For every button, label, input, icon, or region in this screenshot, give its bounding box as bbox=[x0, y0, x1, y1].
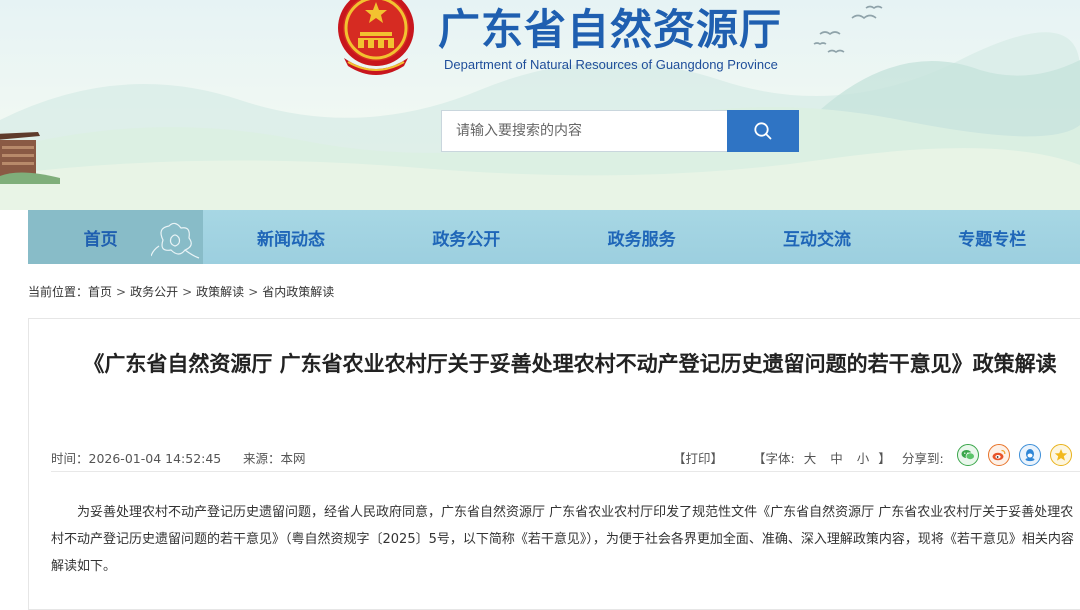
font-size-label-close: 】 bbox=[878, 451, 891, 466]
search-button[interactable] bbox=[727, 110, 799, 152]
publish-time: 时间：2026-01-04 14:52:45 bbox=[51, 451, 222, 466]
article-card: 《广东省自然资源厅 广东省农业农村厅关于妥善处理农村不动产登记历史遗留问题的若干… bbox=[28, 318, 1080, 610]
breadcrumb-policy-interpretation-link[interactable]: 政策解读 bbox=[196, 285, 244, 299]
breadcrumb-provincial-policy-link[interactable]: 省内政策解读 bbox=[262, 285, 334, 299]
birds-illustration bbox=[813, 5, 883, 53]
breadcrumb-separator: > bbox=[248, 285, 259, 299]
nav-item-government-services[interactable]: 政务服务 bbox=[554, 210, 729, 264]
nav-item-label: 新闻动态 bbox=[256, 229, 325, 250]
national-emblem-icon bbox=[338, 0, 414, 75]
meta-divider bbox=[51, 471, 1080, 472]
site-title: 广东省自然资源厅 bbox=[438, 5, 783, 54]
article-source: 来源：本网 bbox=[243, 451, 306, 466]
print-button[interactable]: 【打印】 bbox=[673, 448, 723, 467]
font-size-medium-button[interactable]: 中 bbox=[830, 451, 843, 466]
breadcrumb-separator: > bbox=[116, 285, 127, 299]
nav-item-special-topics[interactable]: 专题专栏 bbox=[905, 210, 1080, 264]
search-box bbox=[441, 110, 799, 152]
share-label: 分享到: bbox=[902, 451, 944, 466]
nav-item-label: 专题专栏 bbox=[958, 229, 1027, 250]
qq-icon bbox=[1025, 449, 1035, 462]
font-size-label: 【字体: bbox=[753, 451, 795, 466]
breadcrumb-home-link[interactable]: 首页 bbox=[88, 285, 112, 299]
nav-item-home[interactable]: 首页 bbox=[28, 210, 204, 264]
breadcrumb-prefix: 当前位置： bbox=[28, 285, 89, 299]
main-nav: 首页 新闻动态 政务公开 政务服务 互动交流 专题专栏 bbox=[28, 210, 1080, 264]
article-meta: 时间：2026-01-04 14:52:45 来源：本网 【打印】 【字体: 大… bbox=[51, 444, 1080, 470]
flower-decoration-icon bbox=[151, 222, 200, 259]
qzone-share-button[interactable] bbox=[1050, 444, 1072, 466]
font-size-small-button[interactable]: 小 bbox=[857, 451, 870, 466]
search-input[interactable] bbox=[441, 110, 727, 152]
nav-item-news[interactable]: 新闻动态 bbox=[203, 210, 378, 264]
article-body: 为妥善处理农村不动产登记历史遗留问题，经省人民政府同意，广东省自然资源厅 广东省… bbox=[51, 505, 1074, 574]
font-size-control: 【字体: 大 中 小 】 bbox=[753, 448, 891, 467]
wechat-share-button[interactable] bbox=[957, 444, 979, 466]
font-size-large-button[interactable]: 大 bbox=[804, 451, 817, 466]
weibo-share-button[interactable] bbox=[988, 444, 1010, 466]
breadcrumb: 当前位置：首页 > 政务公开 > 政策解读 > 省内政策解读 bbox=[28, 283, 334, 300]
weibo-icon bbox=[992, 449, 1006, 461]
nav-item-label: 互动交流 bbox=[782, 229, 851, 250]
site-subtitle: Department of Natural Resources of Guang… bbox=[444, 57, 778, 72]
qq-share-button[interactable] bbox=[1019, 444, 1041, 466]
nav-item-interaction[interactable]: 互动交流 bbox=[729, 210, 904, 264]
wechat-icon bbox=[961, 450, 975, 460]
search-icon bbox=[754, 122, 772, 140]
nav-item-label: 首页 bbox=[83, 229, 118, 250]
nav-item-label: 政务公开 bbox=[432, 229, 501, 250]
qzone-icon bbox=[1054, 449, 1068, 461]
breadcrumb-government-affairs-link[interactable]: 政务公开 bbox=[130, 285, 178, 299]
nav-item-government-affairs[interactable]: 政务公开 bbox=[379, 210, 554, 264]
nav-item-label: 政务服务 bbox=[607, 229, 676, 250]
header-banner: 广东省自然资源厅 Department of Natural Resources… bbox=[0, 0, 1080, 210]
breadcrumb-separator: > bbox=[182, 285, 193, 299]
article-title: 《广东省自然资源厅 广东省农业农村厅关于妥善处理农村不动产登记历史遗留问题的若干… bbox=[83, 352, 1057, 376]
